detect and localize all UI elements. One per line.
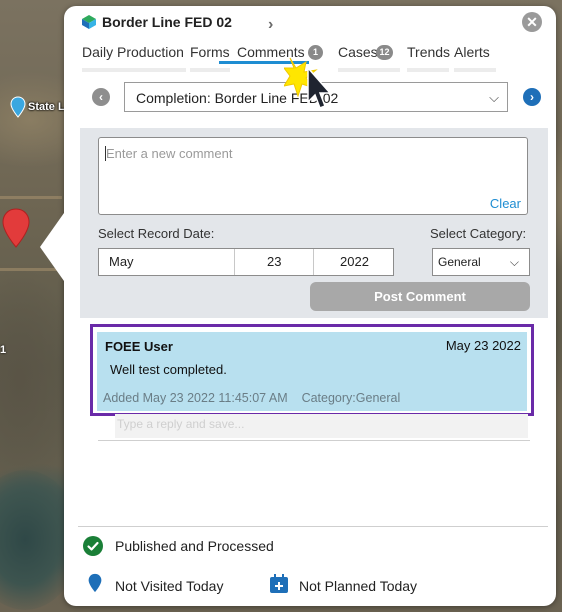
comment-text: Well test completed.: [110, 362, 227, 377]
tab-underline: [190, 68, 230, 72]
comment-meta: Added May 23 2022 11:45:07 AM Category:G…: [103, 391, 400, 405]
next-well-icon[interactable]: ›: [268, 16, 273, 34]
tab-trends[interactable]: Trends: [407, 44, 450, 60]
comment-input[interactable]: Enter a new comment Clear: [98, 137, 528, 215]
date-divider: [234, 249, 235, 275]
category-select-value: General: [438, 255, 481, 269]
date-month[interactable]: May: [109, 249, 134, 275]
popup-pointer: [40, 213, 64, 281]
mouse-cursor-icon: [284, 57, 332, 109]
comment-added-label: Added: [103, 391, 140, 405]
record-date-picker[interactable]: May 23 2022: [98, 248, 394, 276]
footer-divider: [78, 526, 548, 527]
comment-category-label: Category:: [301, 391, 356, 405]
popup-title: Border Line FED 02: [102, 14, 232, 30]
close-icon: ✕: [526, 14, 538, 30]
date-day[interactable]: 23: [267, 249, 281, 275]
tab-cases[interactable]: Cases: [338, 44, 378, 60]
previous-completion-button[interactable]: ‹: [92, 88, 110, 106]
cases-count-badge: 12: [376, 45, 393, 60]
close-button[interactable]: ✕: [522, 12, 542, 32]
record-date-label: Select Record Date:: [98, 226, 215, 241]
comment-added-value: May 23 2022 11:45:07 AM: [142, 391, 288, 405]
check-circle-icon: [83, 536, 103, 556]
tab-alerts[interactable]: Alerts: [454, 44, 490, 60]
map-marker-label: State L: [28, 101, 65, 113]
map-pin-blue-icon[interactable]: [10, 96, 26, 118]
comment-category-value: General: [355, 391, 401, 405]
comment-author: FOEE User: [105, 339, 173, 354]
tab-underline: [454, 68, 496, 72]
comment-date: May 23 2022: [445, 338, 521, 353]
tab-daily-production[interactable]: Daily Production: [82, 44, 184, 60]
app-logo-icon: [82, 15, 96, 29]
reply-input[interactable]: Type a reply and save...: [115, 414, 528, 438]
chevron-left-icon: ‹: [99, 90, 103, 104]
date-divider: [313, 249, 314, 275]
category-select[interactable]: General ⌵: [432, 248, 530, 276]
next-completion-button[interactable]: ›: [523, 88, 541, 106]
comment-placeholder: Enter a new comment: [106, 146, 233, 161]
planned-status: Not Planned Today: [299, 578, 418, 594]
processed-status: Published and Processed: [115, 538, 274, 554]
chevron-right-icon: ›: [530, 90, 534, 104]
tab-underline: [82, 68, 186, 72]
map-pin-icon: [88, 573, 102, 593]
clear-link[interactable]: Clear: [490, 196, 521, 211]
category-label: Select Category:: [430, 226, 527, 241]
post-comment-button[interactable]: Post Comment: [310, 282, 530, 311]
visited-status: Not Visited Today: [115, 578, 224, 594]
calendar-add-icon: [270, 574, 288, 593]
chevron-down-icon: ⌵: [509, 255, 519, 269]
reply-divider: [98, 440, 530, 441]
date-year[interactable]: 2022: [340, 249, 369, 275]
tab-forms[interactable]: Forms: [190, 44, 230, 60]
new-comment-form: Enter a new comment Clear Select Record …: [80, 128, 548, 318]
chevron-down-icon: ⌵: [489, 90, 499, 105]
tab-underline: [338, 68, 400, 72]
tab-underline: [407, 68, 449, 72]
map-edge-label: 1: [0, 344, 7, 356]
map-pin-red-icon[interactable]: [0, 207, 32, 249]
reply-placeholder: Type a reply and save...: [117, 417, 245, 431]
comment-item[interactable]: FOEE User May 23 2022 Well test complete…: [97, 332, 527, 411]
